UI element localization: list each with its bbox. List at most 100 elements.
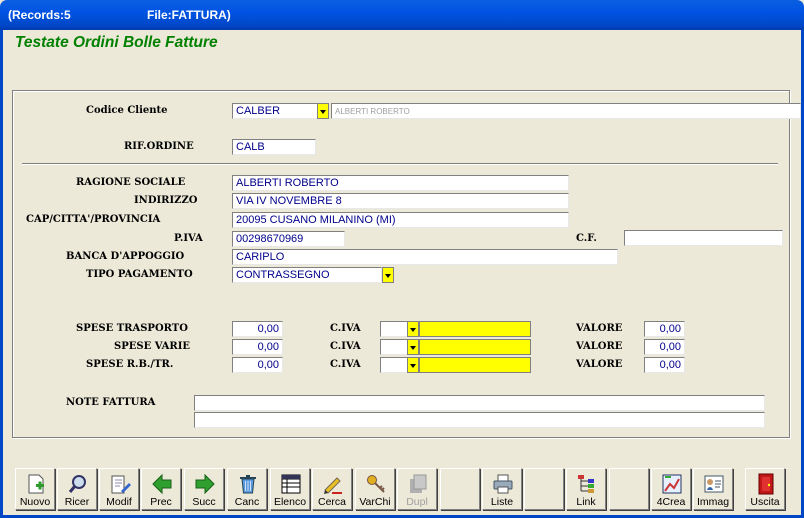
keys-icon (367, 475, 385, 493)
cf-field[interactable] (624, 230, 783, 246)
succ-button[interactable]: Succ (184, 468, 224, 510)
uscita-button[interactable]: Uscita (745, 468, 785, 510)
cap-citta-label: CAP/CITTA'/PROVINCIA (26, 214, 161, 225)
canc-label: Canc (234, 496, 260, 508)
ricer-button[interactable]: Ricer (57, 468, 97, 510)
create-chart-icon (662, 474, 682, 494)
cliente-description-field: ALBERTI ROBERTO (331, 103, 801, 119)
crea-button[interactable]: 4Crea (651, 468, 691, 510)
trash-icon (240, 475, 256, 494)
modif-label: Modif (106, 496, 132, 508)
ricer-label: Ricer (64, 496, 90, 508)
modif-button[interactable]: Modif (99, 468, 139, 510)
uscita-label: Uscita (750, 496, 780, 508)
spese-varie-label: SPESE VARIE (114, 341, 191, 352)
civa-description (419, 339, 531, 355)
link-button[interactable]: Link (566, 468, 606, 510)
varchi-label: VarChi (359, 496, 391, 508)
elenco-label: Elenco (273, 496, 307, 508)
printer-icon (493, 474, 513, 494)
valore-field[interactable]: 0,00 (644, 357, 685, 373)
piva-label: P.IVA (174, 233, 203, 244)
new-document-icon (28, 474, 44, 494)
piva-field[interactable]: 00298670969 (232, 231, 345, 247)
codice-cliente-dropdown-button[interactable] (317, 103, 329, 119)
edit-document-icon (111, 475, 131, 494)
ragione-sociale-field[interactable]: ALBERTI ROBERTO (232, 175, 569, 191)
valore-label: VALORE (576, 323, 623, 334)
spese-varie-field[interactable]: 0,00 (232, 339, 283, 355)
cerca-label: Cerca (317, 496, 346, 508)
records-label: (Records:5 (8, 8, 71, 22)
varchi-button[interactable]: VarChi (355, 468, 395, 510)
spese-rb-field[interactable]: 0,00 (232, 357, 283, 373)
file-label: File:FATTURA) (147, 8, 231, 22)
link-tree-icon (578, 475, 594, 493)
arrow-left-icon (152, 473, 172, 495)
duplicate-icon (410, 474, 427, 493)
civa-field[interactable] (380, 321, 408, 337)
cf-label: C.F. (576, 233, 597, 244)
empty-button[interactable] (609, 468, 649, 510)
note-fattura-field-1[interactable] (194, 395, 765, 411)
civa-description (419, 357, 531, 373)
exit-door-icon (758, 473, 774, 495)
immag-button[interactable]: Immag (693, 468, 733, 510)
immag-label: Immag (696, 496, 730, 508)
spese-trasporto-label: SPESE TRASPORTO (76, 323, 188, 334)
crea-label: 4Crea (656, 496, 686, 508)
succ-label: Succ (192, 496, 216, 508)
magnifier-icon (68, 475, 86, 493)
liste-label: Liste (490, 496, 514, 508)
codice-cliente-field[interactable]: CALBER (232, 103, 318, 119)
prec-button[interactable]: Prec (141, 468, 181, 510)
list-icon (281, 474, 301, 494)
civa-label: C.IVA (330, 323, 361, 334)
rif-ordine-field[interactable]: CALB (232, 139, 316, 155)
indirizzo-field[interactable]: VIA IV NOVEMBRE 8 (232, 193, 569, 209)
valore-label: VALORE (576, 341, 623, 352)
dupl-label: Dupl (406, 496, 428, 508)
liste-button[interactable]: Liste (482, 468, 522, 510)
valore-field[interactable]: 0,00 (644, 321, 685, 337)
cap-citta-field[interactable]: 20095 CUSANO MILANINO (MI) (232, 212, 569, 228)
note-fattura-label: NOTE FATTURA (66, 397, 156, 408)
app-title: Testate Ordini Bolle Fatture (15, 34, 218, 51)
indirizzo-label: INDIRIZZO (134, 195, 198, 206)
nuovo-label: Nuovo (19, 496, 51, 508)
civa-dropdown-button[interactable] (407, 357, 419, 373)
civa-field[interactable] (380, 339, 408, 355)
prec-label: Prec (150, 496, 172, 508)
cerca-button[interactable]: Cerca (312, 468, 352, 510)
civa-description (419, 321, 531, 337)
image-card-icon (704, 475, 724, 493)
search-pen-icon (324, 477, 342, 494)
window-titlebar[interactable]: (Records:5 File:FATTURA) (0, 0, 804, 30)
civa-dropdown-button[interactable] (407, 321, 419, 337)
tipo-pagamento-dropdown-button[interactable] (382, 267, 394, 283)
separator-line (22, 163, 778, 165)
empty-button[interactable] (524, 468, 564, 510)
civa-field[interactable] (380, 357, 408, 373)
civa-label: C.IVA (330, 341, 361, 352)
note-fattura-field-2[interactable] (194, 412, 765, 428)
valore-field[interactable]: 0,00 (644, 339, 685, 355)
canc-button[interactable]: Canc (227, 468, 267, 510)
elenco-button[interactable]: Elenco (270, 468, 310, 510)
rif-ordine-label: RIF.ORDINE (124, 141, 194, 152)
ragione-sociale-label: RAGIONE SOCIALE (76, 177, 186, 188)
banca-field[interactable]: CARIPLO (232, 249, 618, 265)
nuovo-button[interactable]: Nuovo (15, 468, 55, 510)
spese-trasporto-field[interactable]: 0,00 (232, 321, 283, 337)
tipo-pagamento-field[interactable]: CONTRASSEGNO (232, 267, 382, 283)
spese-rb-label: SPESE R.B./TR. (86, 359, 174, 370)
tipo-pagamento-label: TIPO PAGAMENTO (86, 269, 193, 280)
link-label: Link (576, 496, 596, 508)
banca-label: BANCA D'APPOGGIO (66, 251, 185, 262)
civa-label: C.IVA (330, 359, 361, 370)
empty-button[interactable] (440, 468, 480, 510)
valore-label: VALORE (576, 359, 623, 370)
codice-cliente-label: Codice Cliente (86, 105, 168, 116)
dupl-button[interactable]: Dupl (397, 468, 437, 510)
civa-dropdown-button[interactable] (407, 339, 419, 355)
